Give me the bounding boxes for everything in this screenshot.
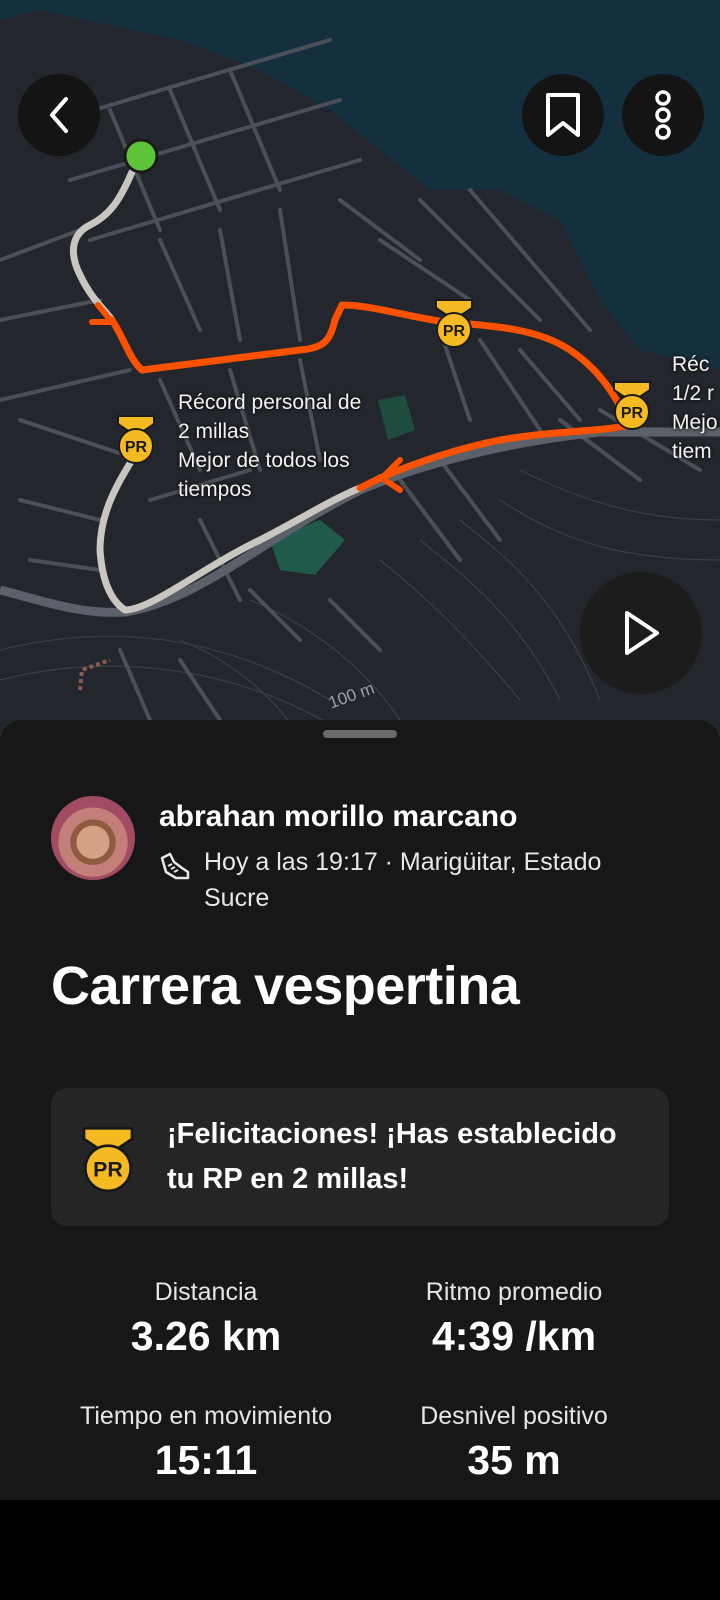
svg-text:PR: PR — [125, 439, 148, 456]
svg-text:PR: PR — [621, 405, 644, 422]
start-point — [123, 138, 159, 174]
sheet-drag-handle[interactable] — [323, 730, 397, 738]
system-navigation-bar — [0, 1500, 720, 1600]
stat-label: Ritmo promedio — [425, 1278, 603, 1306]
athlete-name[interactable]: abrahan morillo marcano — [159, 800, 517, 834]
park-area — [378, 395, 415, 440]
bookmark-button[interactable] — [522, 74, 604, 156]
bookmark-icon — [546, 93, 580, 137]
stat-label: Distancia — [154, 1278, 258, 1306]
stat-moving-time: Tiempo en movimiento 15:11 — [26, 1402, 386, 1484]
running-shoe-icon — [160, 852, 190, 880]
stat-value: 15:11 — [154, 1437, 258, 1483]
pr-medal-icon: PR — [613, 381, 651, 430]
pr-label-half-mile: Réc 1/2 r Mejo tiem — [672, 353, 718, 463]
play-flyover-button[interactable] — [580, 572, 702, 694]
more-options-button[interactable] — [622, 74, 704, 156]
stat-value: 35 m — [467, 1437, 561, 1483]
activity-meta: Hoy a las 19:17 · Marigüitar, Estado Suc… — [204, 848, 602, 912]
athlete-avatar[interactable] — [51, 796, 135, 880]
pr-medal-icon: PR — [117, 415, 155, 464]
stat-value: 3.26 km — [130, 1313, 282, 1359]
pr-badge[interactable]: PR — [430, 296, 478, 355]
activity-sheet: abrahan morillo marcano Hoy a las 19:17 … — [0, 720, 720, 1500]
chevron-left-icon — [50, 97, 68, 133]
play-icon — [625, 611, 659, 655]
stat-value: 4:39 /km — [431, 1313, 597, 1359]
route-line-gray — [69, 168, 136, 324]
back-button[interactable] — [18, 74, 100, 156]
stat-avg-pace: Ritmo promedio 4:39 /km — [334, 1278, 694, 1360]
activity-title: Carrera vespertina — [51, 956, 520, 1016]
route-map[interactable]: PR PR PR Récord personal de 2 millas Mej… — [0, 0, 720, 740]
stat-elevation-gain: Desnivel positivo 35 m — [334, 1402, 694, 1484]
pr-medal-icon: PR — [435, 299, 473, 348]
pr-badge[interactable]: PR — [608, 378, 656, 437]
stat-label: Desnivel positivo — [420, 1402, 608, 1430]
stat-distance: Distancia 3.26 km — [26, 1278, 386, 1360]
svg-text:PR: PR — [93, 1157, 123, 1181]
pr-label-2-miles: Récord personal de 2 millas Mejor de tod… — [178, 391, 362, 501]
stat-label: Tiempo en movimiento — [80, 1402, 332, 1430]
trail-line — [78, 658, 111, 691]
svg-text:PR: PR — [443, 323, 466, 340]
more-vertical-icon — [655, 90, 671, 140]
pr-badge[interactable]: PR — [112, 412, 160, 471]
pr-message: ¡Felicitaciones! ¡Has establecido tu RP … — [167, 1118, 617, 1195]
pr-achievement-card[interactable]: PR ¡Felicitaciones! ¡Has establecido tu … — [51, 1088, 669, 1226]
pr-medal-icon: PR — [82, 1127, 134, 1193]
